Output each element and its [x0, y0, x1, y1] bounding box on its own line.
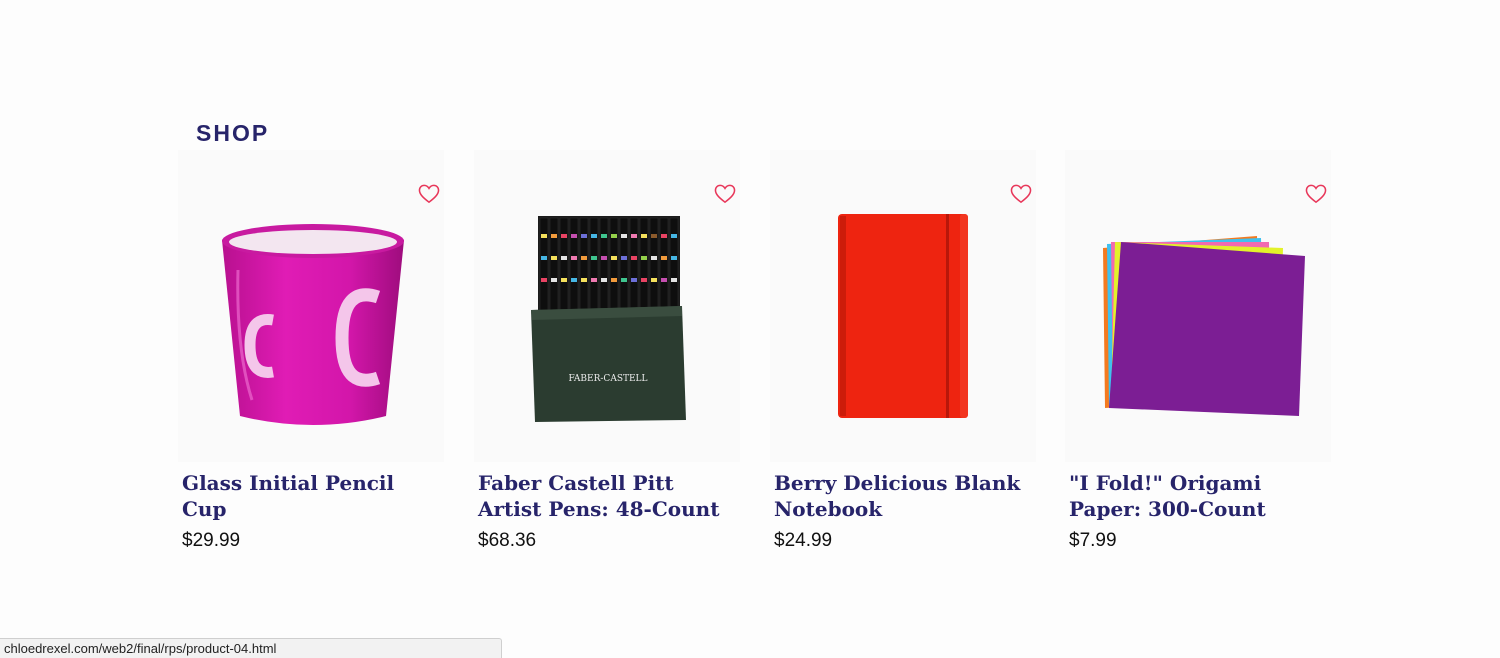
product-name[interactable]: "I Fold!" Origami Paper: 300-Count [1069, 470, 1331, 522]
product-image-container[interactable] [1065, 150, 1331, 462]
product-name[interactable]: Glass Initial Pencil Cup [182, 470, 444, 522]
product-image-container[interactable]: FABER-CASTELL [474, 150, 740, 462]
product-price: $24.99 [774, 530, 833, 551]
product-image-container[interactable] [178, 150, 444, 462]
product-card[interactable]: "I Fold!" Origami Paper: 300-Count $7.99 [1065, 150, 1331, 552]
product-card[interactable]: Berry Delicious Blank Notebook $24.99 [770, 150, 1036, 552]
faber-castell-pen-box-image: FABER-CASTELL [531, 216, 686, 422]
red-notebook-image [838, 214, 968, 418]
product-price: $68.36 [478, 530, 537, 551]
product-image-container[interactable] [770, 150, 1036, 462]
product-card[interactable]: FABER-CASTELL Faber Castell Pitt Artist … [474, 150, 740, 552]
pink-pencil-cup-image [222, 224, 404, 425]
product-name[interactable]: Faber Castell Pitt Artist Pens: 48-Count [478, 470, 740, 522]
section-title: SHOP [196, 120, 270, 146]
browser-status-bar: chloedrexel.com/web2/final/rps/product-0… [0, 638, 502, 658]
product-price: $29.99 [182, 530, 241, 551]
brand-label: FABER-CASTELL [568, 374, 647, 384]
origami-paper-stack-image [1103, 236, 1305, 416]
product-name[interactable]: Berry Delicious Blank Notebook [774, 470, 1036, 522]
product-card[interactable]: Glass Initial Pencil Cup $29.99 [178, 150, 444, 552]
product-price: $7.99 [1069, 530, 1117, 551]
